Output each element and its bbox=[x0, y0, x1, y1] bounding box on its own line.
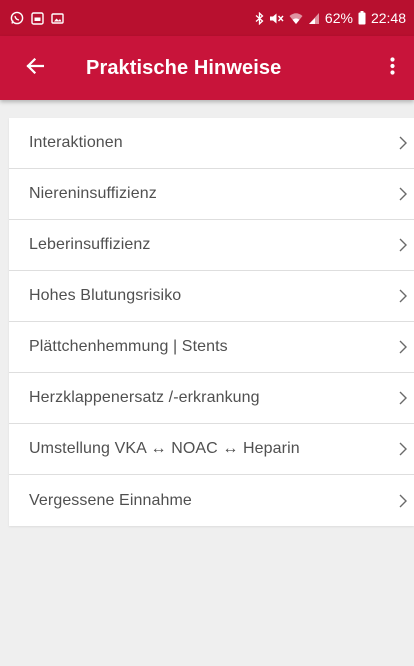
battery-percent: 62% bbox=[324, 10, 353, 26]
list-item-plaettchenhemmung[interactable]: Plättchenhemmung | Stents bbox=[9, 322, 414, 373]
list-item-label: Interaktionen bbox=[29, 134, 123, 151]
hints-list: Interaktionen Niereninsuffizienz Leberin… bbox=[9, 118, 414, 526]
list-item-label: Herzklappenersatz /-erkrankung bbox=[29, 389, 260, 406]
list-item-label: Umstellung VKA ↔ NOAC ↔ Heparin bbox=[29, 440, 300, 457]
list-item-label: Hohes Blutungsrisiko bbox=[29, 287, 182, 304]
list-item-niereninsuffizienz[interactable]: Niereninsuffizienz bbox=[9, 169, 414, 220]
message-icon bbox=[31, 11, 44, 25]
signal-icon bbox=[308, 12, 320, 25]
bluetooth-icon bbox=[255, 11, 264, 25]
status-right: 62% 22:48 bbox=[255, 10, 406, 26]
list-item-label: Niereninsuffizienz bbox=[29, 185, 157, 202]
chevron-right-icon bbox=[396, 491, 410, 511]
status-bar: 62% 22:48 bbox=[0, 0, 414, 36]
wifi-icon bbox=[289, 12, 303, 25]
chevron-right-icon bbox=[396, 184, 410, 204]
overflow-menu-button[interactable] bbox=[372, 36, 412, 100]
status-time: 22:48 bbox=[370, 10, 406, 26]
list-item-label: Plättchenhemmung | Stents bbox=[29, 338, 228, 355]
chevron-right-icon bbox=[396, 439, 410, 459]
chevron-right-icon bbox=[396, 133, 410, 153]
screen: 62% 22:48 Praktische Hinweise Interaktio… bbox=[0, 0, 414, 666]
list-item-umstellung[interactable]: Umstellung VKA ↔ NOAC ↔ Heparin bbox=[9, 424, 414, 475]
list-item-leberinsuffizienz[interactable]: Leberinsuffizienz bbox=[9, 220, 414, 271]
chevron-right-icon bbox=[396, 235, 410, 255]
gallery-icon bbox=[51, 12, 64, 25]
mute-icon bbox=[269, 12, 284, 25]
back-button[interactable] bbox=[6, 36, 64, 100]
status-left bbox=[10, 11, 64, 25]
app-bar: Praktische Hinweise bbox=[0, 36, 414, 100]
list-item-label: Leberinsuffizienz bbox=[29, 236, 151, 253]
chevron-right-icon bbox=[396, 337, 410, 357]
battery-icon bbox=[358, 11, 366, 25]
list-item-vergessene-einnahme[interactable]: Vergessene Einnahme bbox=[9, 475, 414, 526]
chevron-right-icon bbox=[396, 286, 410, 306]
list-item-label: Vergessene Einnahme bbox=[29, 491, 192, 509]
more-vert-icon bbox=[389, 56, 395, 80]
page-title: Praktische Hinweise bbox=[86, 56, 282, 79]
chevron-right-icon bbox=[396, 388, 410, 408]
list-item-herzklappenersatz[interactable]: Herzklappenersatz /-erkrankung bbox=[9, 373, 414, 424]
list-item-interaktionen[interactable]: Interaktionen bbox=[9, 118, 414, 169]
list-item-blutungsrisiko[interactable]: Hohes Blutungsrisiko bbox=[9, 271, 414, 322]
arrow-back-icon bbox=[26, 57, 45, 79]
whatsapp-icon bbox=[10, 11, 24, 25]
